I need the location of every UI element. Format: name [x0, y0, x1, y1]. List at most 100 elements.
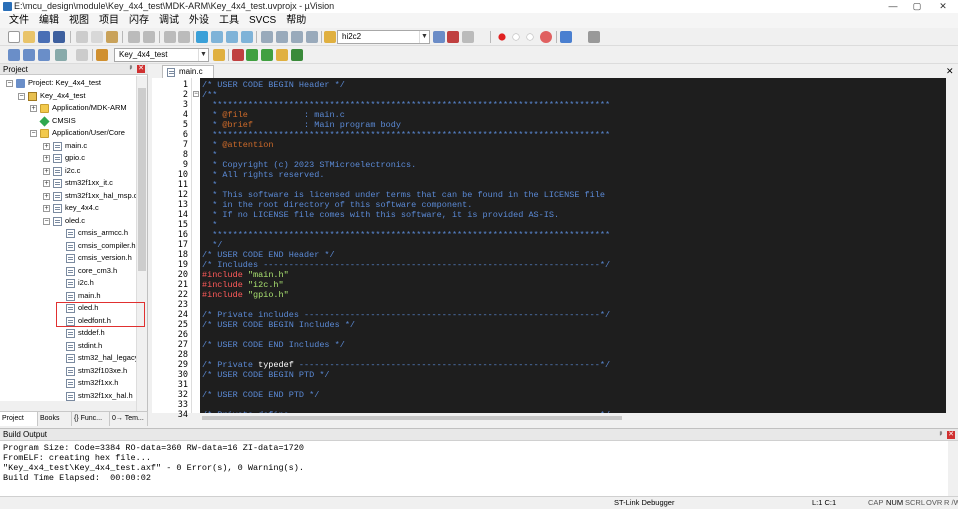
runtime-env-icon[interactable]	[291, 49, 303, 61]
tree-item[interactable]: + key_4x4.c	[0, 202, 136, 215]
next-bookmark-icon[interactable]	[226, 31, 238, 43]
menu-item[interactable]: 帮助	[281, 13, 311, 28]
collapse-icon[interactable]: −	[30, 130, 37, 137]
enable-breakpoint-icon[interactable]	[526, 33, 534, 41]
target-select[interactable]: Key_4x4_test ▼	[114, 48, 209, 62]
collapse-icon[interactable]: −	[43, 217, 50, 225]
unindent-icon[interactable]	[276, 31, 288, 43]
build-output-scrollbar[interactable]	[948, 441, 958, 497]
menu-item[interactable]: 项目	[94, 13, 124, 28]
kill-breakpoints-icon[interactable]	[540, 31, 552, 43]
tree-item[interactable]: − Project: Key_4x4_test	[0, 77, 136, 90]
close-icon[interactable]: ✕	[946, 65, 954, 77]
menu-item[interactable]: 视图	[64, 13, 94, 28]
manage-components-icon[interactable]	[232, 49, 244, 61]
build-output-text[interactable]: Program Size: Code=3384 RO-data=360 RW-d…	[0, 441, 948, 497]
menu-item[interactable]: 调试	[154, 13, 184, 28]
tree-item[interactable]: stm32_hal_legacy	[0, 352, 136, 365]
chevron-down-icon[interactable]: ▼	[419, 31, 429, 43]
menu-item[interactable]: 编辑	[34, 13, 64, 28]
panel-tab[interactable]: Project	[0, 412, 38, 426]
breakpoint-icon[interactable]	[498, 33, 506, 41]
chevron-down-icon[interactable]: ▼	[198, 49, 208, 61]
window-layout-icon[interactable]	[560, 31, 572, 43]
tree-item[interactable]: main.h	[0, 290, 136, 303]
tree-item[interactable]: CMSIS	[0, 115, 136, 128]
panel-tab[interactable]: {} Func...	[72, 412, 110, 426]
new-file-icon[interactable]	[8, 31, 20, 43]
comment-icon[interactable]	[291, 31, 303, 43]
expand-icon[interactable]: +	[43, 205, 50, 212]
close-window-button[interactable]: ✕	[930, 0, 956, 13]
collapse-icon[interactable]: −	[18, 92, 25, 100]
close-icon[interactable]: ✕	[137, 65, 145, 73]
menu-item[interactable]: 文件	[4, 13, 34, 28]
minimize-button[interactable]: —	[880, 0, 906, 13]
pin-icon[interactable]: ᵖ	[127, 65, 135, 73]
find-icon[interactable]	[433, 31, 445, 43]
paste-icon[interactable]	[106, 31, 118, 43]
menu-item[interactable]: 工具	[214, 13, 244, 28]
editor-vertical-scrollbar[interactable]	[946, 78, 958, 413]
tree-item[interactable]: cmsis_armcc.h	[0, 227, 136, 240]
configure-icon[interactable]	[588, 31, 600, 43]
find-combo[interactable]: hi2c2 ▼	[337, 30, 430, 44]
scrollbar-thumb[interactable]	[138, 88, 146, 271]
tree-item[interactable]: + stm32f1xx_it.c	[0, 177, 136, 190]
editor-horizontal-scrollbar[interactable]	[200, 413, 946, 423]
download-icon[interactable]	[55, 49, 67, 61]
expand-icon[interactable]: +	[43, 192, 50, 200]
menu-item[interactable]: 闪存	[124, 13, 154, 28]
pin-icon[interactable]: ᵖ	[937, 431, 945, 439]
panel-tab[interactable]: 0→ Tem...	[110, 412, 148, 426]
translate-icon[interactable]	[8, 49, 20, 61]
tree-item[interactable]: + gpio.c	[0, 152, 136, 165]
debug-session-icon[interactable]	[447, 31, 459, 43]
select-packs-icon[interactable]	[261, 49, 273, 61]
bookmark-icon[interactable]	[196, 31, 208, 43]
stop-build-icon[interactable]	[76, 49, 88, 61]
maximize-button[interactable]: ▢	[904, 0, 930, 13]
expand-icon[interactable]: +	[43, 167, 50, 175]
open-file-icon[interactable]	[23, 31, 35, 43]
expand-icon[interactable]: +	[43, 180, 50, 187]
target-options-icon[interactable]	[213, 49, 225, 61]
save-icon[interactable]	[38, 31, 50, 43]
code-editor[interactable]: /* USER CODE BEGIN Header *//** ********…	[200, 78, 946, 413]
project-horizontal-scrollbar[interactable]	[0, 401, 136, 411]
expand-icon[interactable]: +	[30, 105, 37, 112]
tree-item[interactable]: stm32f103xe.h	[0, 365, 136, 378]
tab-main-c[interactable]: main.c	[162, 65, 214, 78]
menu-item[interactable]: 外设	[184, 13, 214, 28]
navigate-back-icon[interactable]	[164, 31, 176, 43]
tree-item[interactable]: stddef.h	[0, 327, 136, 340]
project-vertical-scrollbar[interactable]	[136, 76, 147, 415]
tree-item[interactable]: core_cm3.h	[0, 265, 136, 278]
undo-icon[interactable]	[128, 31, 140, 43]
indent-icon[interactable]	[261, 31, 273, 43]
fold-toggle-icon[interactable]: −	[193, 91, 199, 97]
tree-item[interactable]: cmsis_compiler.h	[0, 240, 136, 253]
expand-icon[interactable]: +	[43, 142, 50, 150]
panel-tab[interactable]: Books	[38, 412, 72, 426]
prev-bookmark-icon[interactable]	[211, 31, 223, 43]
tree-item[interactable]: stm32f1xx.h	[0, 377, 136, 390]
tree-item[interactable]: stdint.h	[0, 340, 136, 353]
clear-bookmarks-icon[interactable]	[241, 31, 253, 43]
tree-item[interactable]: i2c.h	[0, 277, 136, 290]
tree-item[interactable]: + main.c	[0, 140, 136, 153]
save-all-icon[interactable]	[53, 31, 65, 43]
tree-item[interactable]: − oled.c	[0, 215, 136, 228]
load-icon[interactable]	[96, 49, 108, 61]
close-icon[interactable]: ✕	[947, 431, 955, 439]
redo-icon[interactable]	[143, 31, 155, 43]
disable-breakpoint-icon[interactable]	[512, 33, 520, 41]
tree-item[interactable]: cmsis_version.h	[0, 252, 136, 265]
copy-icon[interactable]	[91, 31, 103, 43]
rebuild-icon[interactable]	[38, 49, 50, 61]
navigate-forward-icon[interactable]	[178, 31, 190, 43]
tree-item[interactable]: − Application/User/Core	[0, 127, 136, 140]
tree-item[interactable]: stm32f1xx_hal.h	[0, 390, 136, 402]
menu-item[interactable]: SVCS	[244, 13, 281, 28]
uncomment-icon[interactable]	[306, 31, 318, 43]
